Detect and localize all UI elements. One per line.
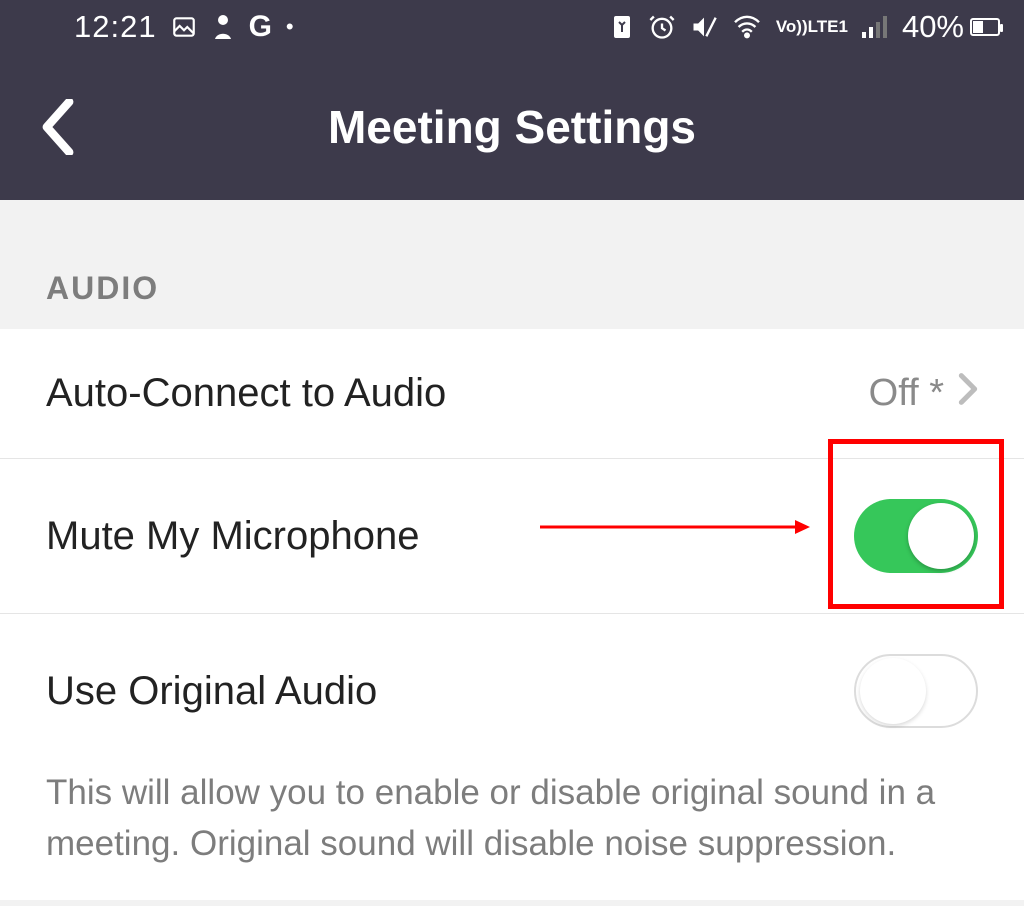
mute-microphone-toggle[interactable] xyxy=(854,499,978,573)
original-audio-description: This will allow you to enable or disable… xyxy=(0,768,1024,900)
lte-bottom: LTE1 xyxy=(808,20,848,34)
status-time: 12:21 xyxy=(74,9,157,45)
row-value: Off * xyxy=(869,372,978,416)
battery-indicator: 40% xyxy=(902,9,1000,45)
status-bar: 12:21 G • Vo)) LTE1 40% xyxy=(0,0,1024,54)
settings-list: Auto-Connect to Audio Off * Mute My Micr… xyxy=(0,329,1024,900)
battery-icon xyxy=(970,18,1000,36)
recycle-icon xyxy=(610,14,634,40)
auto-connect-value: Off * xyxy=(869,372,944,415)
original-audio-toggle[interactable] xyxy=(854,654,978,728)
person-icon xyxy=(211,13,235,41)
mute-icon xyxy=(690,13,718,41)
page-title: Meeting Settings xyxy=(328,100,696,154)
page-header: Meeting Settings xyxy=(0,54,1024,200)
alarm-icon xyxy=(648,13,676,41)
dot-icon: • xyxy=(286,14,294,40)
wifi-icon xyxy=(732,15,762,39)
status-left: 12:21 G • xyxy=(74,9,294,45)
section-header-audio: AUDIO xyxy=(0,200,1024,329)
annotation-arrow-icon xyxy=(540,517,810,537)
row-use-original-audio: Use Original Audio xyxy=(0,614,1024,768)
toggle-knob xyxy=(860,658,926,724)
lte-indicator: Vo)) LTE1 xyxy=(776,20,848,34)
chevron-right-icon xyxy=(958,372,978,416)
signal-icon xyxy=(862,16,888,38)
status-right: Vo)) LTE1 40% xyxy=(610,9,1000,45)
google-icon: G xyxy=(249,10,272,44)
battery-percent: 40% xyxy=(902,9,964,45)
row-auto-connect-audio[interactable]: Auto-Connect to Audio Off * xyxy=(0,329,1024,459)
toggle-knob xyxy=(908,503,974,569)
lte-top: Vo)) xyxy=(776,20,808,34)
image-icon xyxy=(171,14,197,40)
row-mute-microphone: Mute My Microphone xyxy=(0,459,1024,614)
row-label: Mute My Microphone xyxy=(46,514,419,559)
back-button[interactable] xyxy=(38,94,78,160)
row-label: Use Original Audio xyxy=(46,669,377,714)
row-label: Auto-Connect to Audio xyxy=(46,371,446,416)
